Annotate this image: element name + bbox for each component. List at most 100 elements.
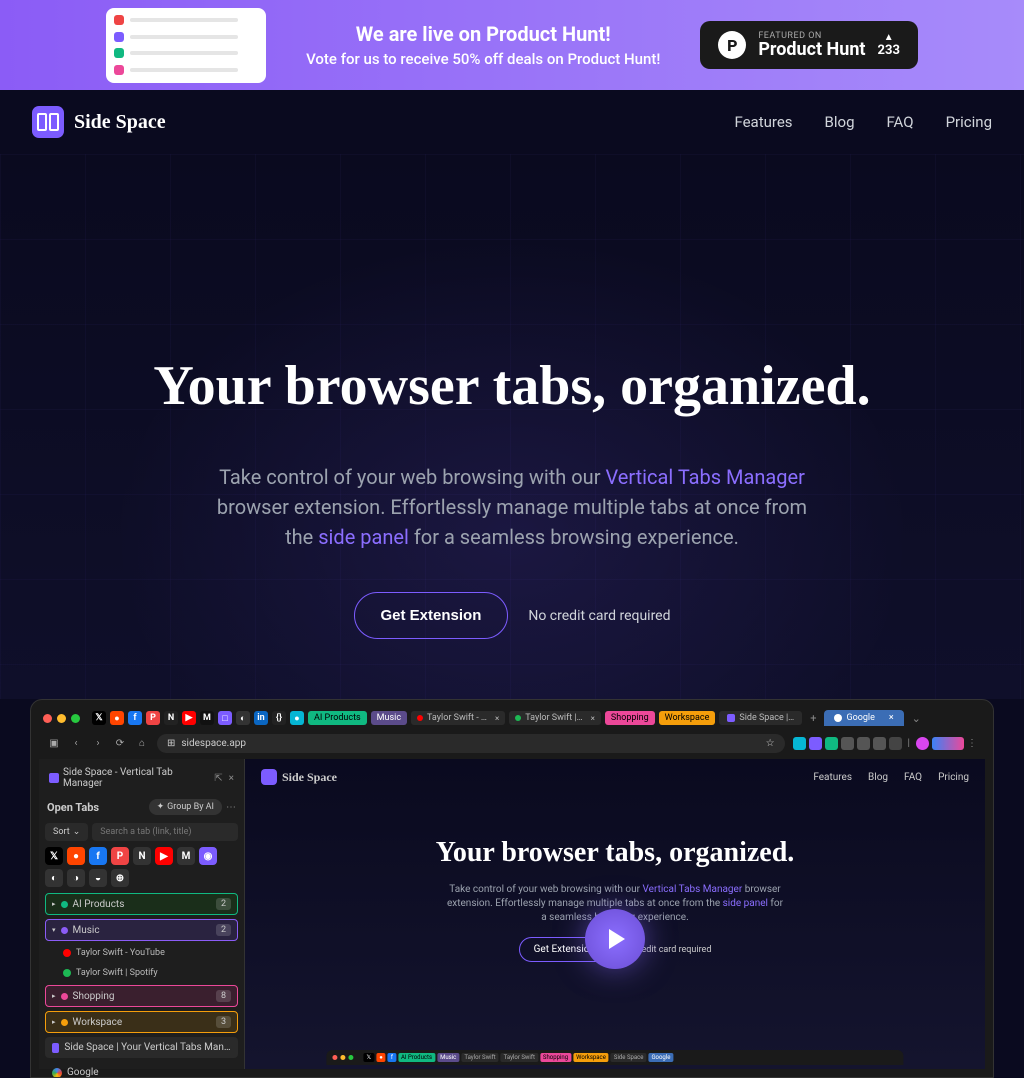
sort-dropdown[interactable]: Sort⌄ [45, 823, 88, 841]
search-input[interactable]: Search a tab (link, title) [92, 823, 238, 841]
product-hunt-icon: P [718, 31, 746, 59]
window-controls[interactable] [43, 714, 80, 723]
upvote-icon: ▲ [878, 32, 900, 43]
menu-icon[interactable]: ⋮ [967, 738, 977, 749]
close-icon[interactable]: × [889, 713, 894, 723]
demo-nav-features[interactable]: Features [813, 772, 852, 783]
ext-icon[interactable] [793, 737, 806, 750]
dev-icon[interactable]: {} [272, 711, 286, 725]
pin-icon[interactable]: ⇱ [214, 773, 222, 784]
sidebar-item-google[interactable]: Google [45, 1062, 238, 1078]
demo-nav-faq[interactable]: FAQ [904, 772, 922, 783]
nav-blog[interactable]: Blog [825, 113, 855, 131]
linkedin-icon[interactable]: in [254, 711, 268, 725]
reddit-icon[interactable]: ● [110, 711, 124, 725]
tab-group-shopping[interactable]: Shopping [605, 711, 655, 725]
youtube-icon[interactable]: ▶ [182, 711, 196, 725]
bookmark-icon[interactable]: ☆ [766, 738, 775, 749]
tab-sidespace[interactable]: Side Space |… [719, 711, 802, 725]
facebook-icon[interactable]: f [89, 847, 107, 865]
extension-sidebar: Side Space - Vertical Tab Manager ⇱ × Op… [39, 759, 245, 1069]
url-input[interactable]: ⊞ sidespace.app ☆ [157, 734, 785, 753]
home-icon[interactable]: ⌂ [135, 738, 149, 749]
ext-icon[interactable] [932, 737, 964, 750]
demo-nav-blog[interactable]: Blog [868, 772, 888, 783]
site-settings-icon[interactable]: ⊞ [167, 738, 175, 749]
extension-icons: | ⋮ [793, 737, 977, 750]
tab-taylor-spotify[interactable]: Taylor Swift |…× [509, 711, 601, 725]
ext-icon[interactable] [809, 737, 822, 750]
chevron-right-icon: ▸ [52, 1018, 56, 1026]
more-icon[interactable]: ⋯ [226, 802, 236, 813]
tab-google[interactable]: Google× [824, 710, 903, 726]
nav-pricing[interactable]: Pricing [946, 113, 992, 131]
ext-icon[interactable] [873, 737, 886, 750]
demo-nav-pricing[interactable]: Pricing [938, 772, 969, 783]
get-extension-button[interactable]: Get Extension [354, 592, 509, 639]
sidebar-item-taylor-spotify[interactable]: Taylor Swift | Spotify [45, 965, 238, 981]
banner-text: We are live on Product Hunt! Vote for us… [306, 22, 660, 68]
logo[interactable]: Side Space [32, 106, 166, 138]
tab-group-music[interactable]: Music [371, 711, 407, 725]
nav-features[interactable]: Features [734, 113, 792, 131]
medium-icon[interactable]: M [200, 711, 214, 725]
main-nav: Side Space Features Blog FAQ Pricing [0, 90, 1024, 154]
forward-icon[interactable]: › [91, 738, 105, 749]
generic-icon[interactable]: ⊕ [111, 869, 129, 887]
tab-group-ai[interactable]: AI Products [308, 711, 367, 725]
group-shopping[interactable]: ▸Shopping8 [45, 985, 238, 1007]
product-hunt-tab-icon[interactable]: P [146, 711, 160, 725]
product-hunt-icon[interactable]: P [111, 847, 129, 865]
avatar-icon[interactable] [916, 737, 929, 750]
ext-icon[interactable] [889, 737, 902, 750]
tab-group-workspace[interactable]: Workspace [659, 711, 716, 725]
sidebar-toggle-icon[interactable]: ▣ [47, 738, 61, 749]
group-by-ai-button[interactable]: ✦Group By AI [149, 799, 222, 815]
close-icon[interactable]: × [495, 714, 499, 723]
reddit-icon[interactable]: ● [67, 847, 85, 865]
notion-icon[interactable]: N [133, 847, 151, 865]
ext-icon[interactable] [841, 737, 854, 750]
hero-section: Your browser tabs, organized. Take contr… [0, 154, 1024, 699]
demo-browser-window: 𝕏 ● f P N ▶ M □ ◐ in {} ● AI Products Mu… [30, 699, 994, 1078]
chevron-down-icon: ▾ [52, 926, 56, 934]
reload-icon[interactable]: ⟳ [113, 738, 127, 749]
generic-icon[interactable]: ◒ [89, 869, 107, 887]
facebook-icon[interactable]: f [128, 711, 142, 725]
medium-icon[interactable]: M [177, 847, 195, 865]
new-tab-button[interactable]: + [806, 712, 820, 725]
back-icon[interactable]: ‹ [69, 738, 83, 749]
sidebar-item-taylor-youtube[interactable]: Taylor Swift - YouTube [45, 945, 238, 961]
x-icon[interactable]: 𝕏 [45, 847, 63, 865]
chevron-right-icon: ▸ [52, 992, 56, 1000]
ext-icon[interactable] [857, 737, 870, 750]
ext-icon[interactable] [825, 737, 838, 750]
tab-taylor-youtube[interactable]: Taylor Swift - …× [411, 711, 505, 725]
github-icon[interactable]: ◐ [45, 869, 63, 887]
product-hunt-badge[interactable]: P FEATURED ON Product Hunt ▲ 233 [700, 21, 918, 69]
github-icon[interactable]: ◐ [236, 711, 250, 725]
close-icon[interactable]: × [229, 773, 234, 784]
group-music[interactable]: ▾Music2 [45, 919, 238, 941]
demo-title: Your browser tabs, organized. [261, 837, 969, 869]
figma-icon[interactable]: ◉ [199, 847, 217, 865]
youtube-icon[interactable]: ▶ [155, 847, 173, 865]
generic-tab-icon[interactable]: ● [290, 711, 304, 725]
url-bar: ▣ ‹ › ⟳ ⌂ ⊞ sidespace.app ☆ | ⋮ [39, 728, 985, 759]
banner-subtitle: Vote for us to receive 50% off deals on … [306, 50, 660, 68]
group-ai-products[interactable]: ▸AI Products2 [45, 893, 238, 915]
demo-logo[interactable]: Side Space [261, 769, 337, 785]
notion-icon[interactable]: N [164, 711, 178, 725]
nav-faq[interactable]: FAQ [887, 113, 914, 131]
generic-icon[interactable]: ◑ [67, 869, 85, 887]
x-icon[interactable]: 𝕏 [92, 711, 106, 725]
sidebar-item-sidespace[interactable]: Side Space | Your Vertical Tabs Manager … [45, 1037, 238, 1058]
banner-title: We are live on Product Hunt! [306, 22, 660, 46]
play-video-button[interactable] [585, 909, 645, 969]
nested-demo-tabs: 𝕏 ● f AI Products Music Taylor Swift Tay… [326, 1050, 903, 1065]
app-tab-icon[interactable]: □ [218, 711, 232, 725]
tab-overflow-icon[interactable]: ⌄ [908, 712, 925, 725]
group-workspace[interactable]: ▸Workspace3 [45, 1011, 238, 1033]
ph-upvote-count: 233 [878, 43, 900, 58]
close-icon[interactable]: × [591, 714, 595, 723]
